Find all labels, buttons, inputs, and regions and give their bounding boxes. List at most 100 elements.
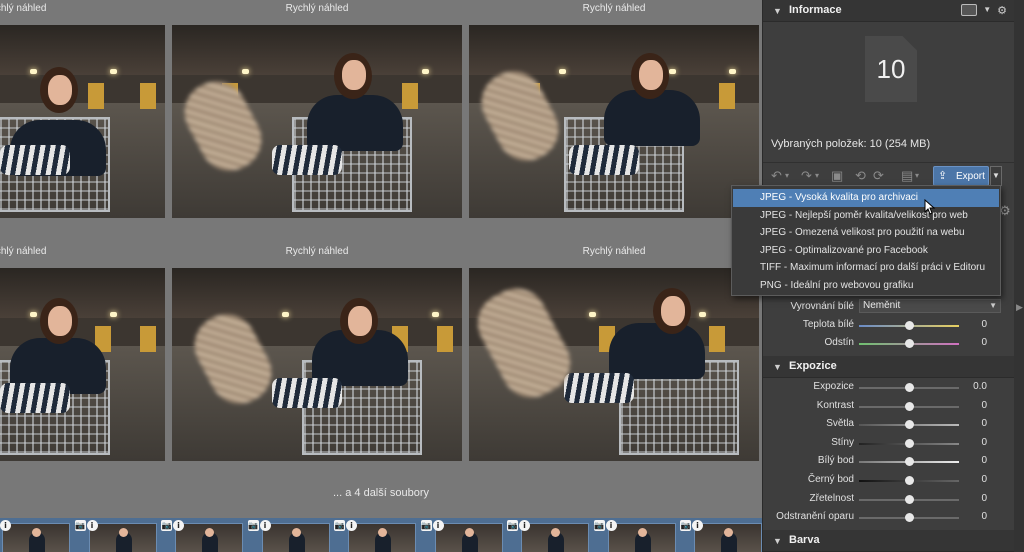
slider-track[interactable] (859, 401, 959, 411)
slider-track[interactable] (859, 513, 959, 523)
chevron-down-icon[interactable]: ▾ (785, 171, 789, 180)
filmstrip-item[interactable]: 📷i (0, 520, 72, 552)
slider-knob[interactable] (905, 383, 914, 392)
filmstrip-item[interactable]: 📷i (161, 520, 245, 552)
chevron-right-icon[interactable]: ▶ (1016, 302, 1023, 313)
export-dropdown-toggle[interactable]: ▼ (990, 166, 1002, 186)
filmstrip-item[interactable]: 📷i (680, 520, 762, 552)
filmstrip-thumbnail[interactable] (434, 523, 503, 552)
camera-icon: 📷 (334, 520, 345, 531)
photo-thumbnail[interactable] (0, 25, 165, 218)
gear-icon[interactable]: ⚙ (997, 4, 1007, 17)
slider-track[interactable] (859, 494, 959, 504)
info-icon[interactable]: i (173, 520, 184, 531)
preview-caption: Rychlý náhled (582, 3, 646, 14)
panel-scrollbar[interactable]: ▶ (1014, 0, 1024, 552)
slider-track[interactable] (859, 383, 959, 392)
export-menu-item[interactable]: JPEG - Vysoká kvalita pro archivaci (733, 189, 999, 207)
export-menu-item[interactable]: TIFF - Maximum informací pro další práci… (733, 259, 999, 277)
redo-icon[interactable]: ↷ (801, 168, 812, 184)
slider-knob[interactable] (905, 438, 914, 448)
preview-caption: Rychlý náhled (0, 3, 47, 14)
filmstrip-item[interactable]: 📷i (507, 520, 591, 552)
slider-value: 0 (981, 511, 987, 523)
camera-icon: 📷 (680, 520, 691, 531)
chevron-down-icon[interactable]: ▼ (983, 4, 991, 17)
slider-track[interactable] (859, 321, 959, 330)
export-menu-item[interactable]: PNG - Ideální pro webovou grafiku (733, 277, 999, 295)
info-section-header[interactable]: ▼ Informace ▼ ⚙ (763, 0, 1015, 22)
collapse-triangle-icon[interactable]: ▼ (773, 536, 782, 546)
slider-label: Expozice (813, 381, 854, 392)
rotate-left-icon[interactable]: ⟲ (855, 168, 866, 184)
export-button[interactable]: ⇪ Export (933, 166, 989, 186)
info-icon[interactable]: i (692, 520, 703, 531)
image-icon[interactable]: ▣ (831, 168, 843, 184)
white-balance-label: Vyrovnání bílé (790, 301, 854, 312)
info-icon[interactable]: i (0, 520, 11, 531)
slider-label: Teplota bílé (802, 319, 854, 330)
slider-value: 0 (981, 455, 987, 467)
filmstrip-thumbnail[interactable] (694, 523, 762, 552)
info-icon[interactable]: i (432, 520, 444, 531)
slider-knob[interactable] (905, 401, 914, 411)
info-icon[interactable]: i (519, 520, 530, 531)
slider-track[interactable] (859, 420, 959, 430)
info-icon[interactable]: i (259, 520, 271, 531)
slider-track[interactable] (859, 339, 959, 348)
white-balance-select[interactable]: Neměnit ▼ (859, 299, 1001, 313)
slider-knob[interactable] (905, 457, 914, 467)
chevron-down-icon[interactable]: ▾ (815, 171, 819, 180)
exposure-section-title: Expozice (789, 360, 837, 372)
filmstrip-item[interactable]: 📷i (334, 520, 418, 552)
white-balance-value: Neměnit (863, 300, 901, 311)
photo-thumbnail[interactable] (172, 25, 462, 218)
slider-label: Černý bod (807, 474, 854, 485)
export-menu-item[interactable]: JPEG - Optimalizované pro Facebook (733, 242, 999, 260)
filmstrip-thumbnail[interactable] (261, 523, 330, 552)
collapse-triangle-icon[interactable]: ▼ (773, 6, 782, 16)
filmstrip-thumbnail[interactable] (348, 523, 416, 552)
slider-track[interactable] (859, 476, 959, 485)
info-icon[interactable]: i (86, 520, 98, 531)
slider-label: Světla (826, 418, 854, 430)
view-mode-icon[interactable] (961, 4, 978, 16)
export-label: Export (956, 171, 985, 182)
export-menu-item[interactable]: JPEG - Nejlepší poměr kvalita/velikost p… (733, 207, 999, 225)
camera-icon: 📷 (507, 520, 518, 531)
slider-knob[interactable] (905, 494, 914, 504)
slider-track[interactable] (859, 438, 959, 448)
rotate-right-icon[interactable]: ⟳ (873, 168, 884, 184)
filmstrip-item[interactable]: 📷i (247, 520, 332, 552)
slider-knob[interactable] (905, 321, 914, 330)
collapse-triangle-icon[interactable]: ▼ (773, 362, 782, 372)
photo-thumbnail[interactable] (172, 268, 462, 461)
slider-knob[interactable] (905, 420, 914, 430)
filmstrip-item[interactable]: 📷i (420, 520, 505, 552)
filmstrip: 📷i📷i📷i📷i📷i📷i📷i📷i📷i (0, 518, 762, 552)
export-menu-item[interactable]: JPEG - Omezená velikost pro použití na w… (733, 224, 999, 242)
slider-label: Stíny (831, 436, 854, 448)
filmstrip-item[interactable]: 📷i (74, 520, 159, 552)
photo-thumbnail[interactable] (469, 268, 759, 461)
slider-knob[interactable] (905, 339, 914, 348)
slider-label: Bílý bod (817, 455, 854, 467)
slider-knob[interactable] (905, 476, 914, 485)
undo-icon[interactable]: ↶ (771, 168, 782, 184)
filmstrip-thumbnail[interactable] (88, 523, 157, 552)
chevron-down-icon[interactable]: ▾ (915, 171, 919, 180)
filmstrip-item[interactable]: 📷i (593, 520, 678, 552)
filmstrip-thumbnail[interactable] (521, 523, 589, 552)
photo-thumbnail[interactable] (469, 25, 759, 218)
filmstrip-thumbnail[interactable] (175, 523, 243, 552)
photo-thumbnail[interactable] (0, 268, 165, 461)
slider-knob[interactable] (905, 513, 914, 523)
filmstrip-thumbnail[interactable] (2, 523, 70, 552)
color-section-header[interactable]: ▼ Barva (763, 530, 1015, 552)
filmstrip-thumbnail[interactable] (607, 523, 676, 552)
info-icon[interactable]: i (605, 520, 617, 531)
info-icon[interactable]: i (346, 520, 357, 531)
exposure-section-header[interactable]: ▼ Expozice (763, 356, 1015, 378)
save-icon[interactable]: ▤ (901, 168, 913, 184)
slider-track[interactable] (859, 457, 959, 467)
